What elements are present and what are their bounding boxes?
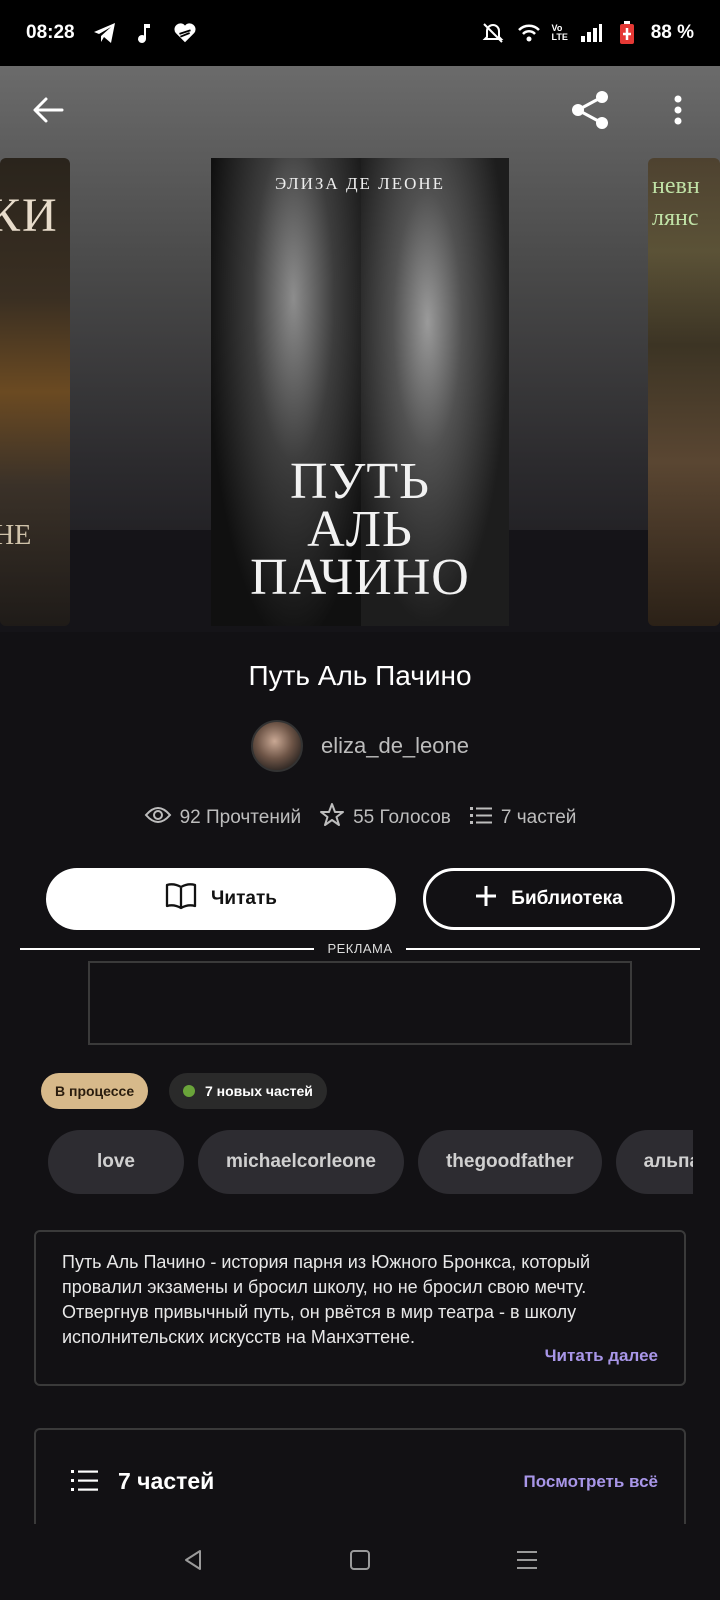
battery-percent: 88 % [650,22,694,43]
ad-divider-left [20,948,314,950]
reads-count: 92 Прочтений [179,807,302,828]
tag-chip[interactable]: альпачино [615,1130,693,1194]
list-icon [469,805,493,831]
list-icon [70,1468,100,1499]
ad-divider-right [406,948,700,950]
parts-count: 7 частей [500,807,577,828]
system-nav-bar [0,1524,720,1600]
previous-book-cover[interactable]: КИ НЕ [0,158,70,626]
menu-lines-icon [515,1549,539,1576]
book-icon [165,882,197,916]
triangle-back-icon [183,1549,203,1576]
book-title: Путь Аль Пачино [248,660,472,691]
back-arrow-icon [32,96,64,129]
description-text: Путь Аль Пачино - история парня из Южног… [62,1252,591,1347]
new-parts-badge: 7 новых частей [169,1073,327,1109]
telegram-icon [93,21,117,45]
status-badge: В процессе [41,1073,149,1109]
cover-title-text: ПУТЬ АЛЬ ПАЧИНО [250,453,470,606]
tag-chip[interactable]: love [48,1130,184,1194]
author-avatar[interactable] [250,720,303,772]
square-home-icon [349,1549,371,1576]
signal-icon [579,21,603,45]
music-note-icon [133,21,157,45]
nav-recents-button[interactable] [502,1537,552,1587]
share-icon [568,88,612,137]
next-cover-text-2: лянс [652,205,699,231]
share-button[interactable] [562,84,618,140]
description-box: Путь Аль Пачино - история парня из Южног… [34,1230,686,1386]
read-more-link[interactable]: Читать далее [545,1346,658,1366]
bell-off-icon [481,21,505,45]
author-row[interactable]: eliza_de_leone [0,720,720,772]
status-time: 08:28 [26,22,75,43]
tags-list[interactable]: love michaelcorleone thegoodfather альпа… [48,1130,693,1194]
eye-icon [144,805,172,831]
see-all-link[interactable]: Посмотреть всё [523,1472,658,1492]
read-button-label: Читать [211,888,277,909]
more-options-button[interactable] [650,84,706,140]
volte-icon: Vo LTE [551,23,568,42]
plus-icon [475,885,497,913]
new-dot-icon [183,1085,195,1097]
new-parts-label: 7 новых частей [205,1083,313,1099]
cover-author-text: ЭЛИЗА ДЕ ЛЕОНЕ [274,174,446,193]
status-bar: 08:28 Vo LTE 88 % [0,0,720,66]
previous-cover-text-2: НЕ [0,520,32,551]
star-icon [319,802,345,834]
add-to-library-button[interactable]: Библиотека [423,868,675,930]
tag-chip[interactable]: michaelcorleone [198,1130,404,1194]
next-cover-text: невн [652,173,700,199]
library-button-label: Библиотека [511,888,623,909]
nav-home-button[interactable] [335,1537,385,1587]
heart-icon [173,21,197,45]
back-button[interactable] [20,84,76,140]
wifi-icon [517,21,541,45]
read-button[interactable]: Читать [46,868,396,930]
next-book-cover[interactable]: невн лянс [648,158,720,626]
parts-title: 7 частей [118,1468,215,1494]
ad-label: РЕКЛАМА [327,941,393,956]
ad-banner[interactable] [88,961,632,1045]
previous-cover-text: КИ [0,189,59,242]
book-cover[interactable]: ЭЛИЗА ДЕ ЛЕОНЕ ПУТЬ АЛЬ ПАЧИНО [211,158,509,626]
book-stats: 92 Прочтений 55 Голосов 7 частей [0,802,720,834]
battery-icon [615,21,639,45]
tag-chip[interactable]: thegoodfather [417,1130,602,1194]
nav-back-button[interactable] [168,1537,218,1587]
votes-count: 55 Голосов [353,807,451,828]
author-name[interactable]: eliza_de_leone [321,733,469,759]
more-vert-icon [674,95,682,130]
